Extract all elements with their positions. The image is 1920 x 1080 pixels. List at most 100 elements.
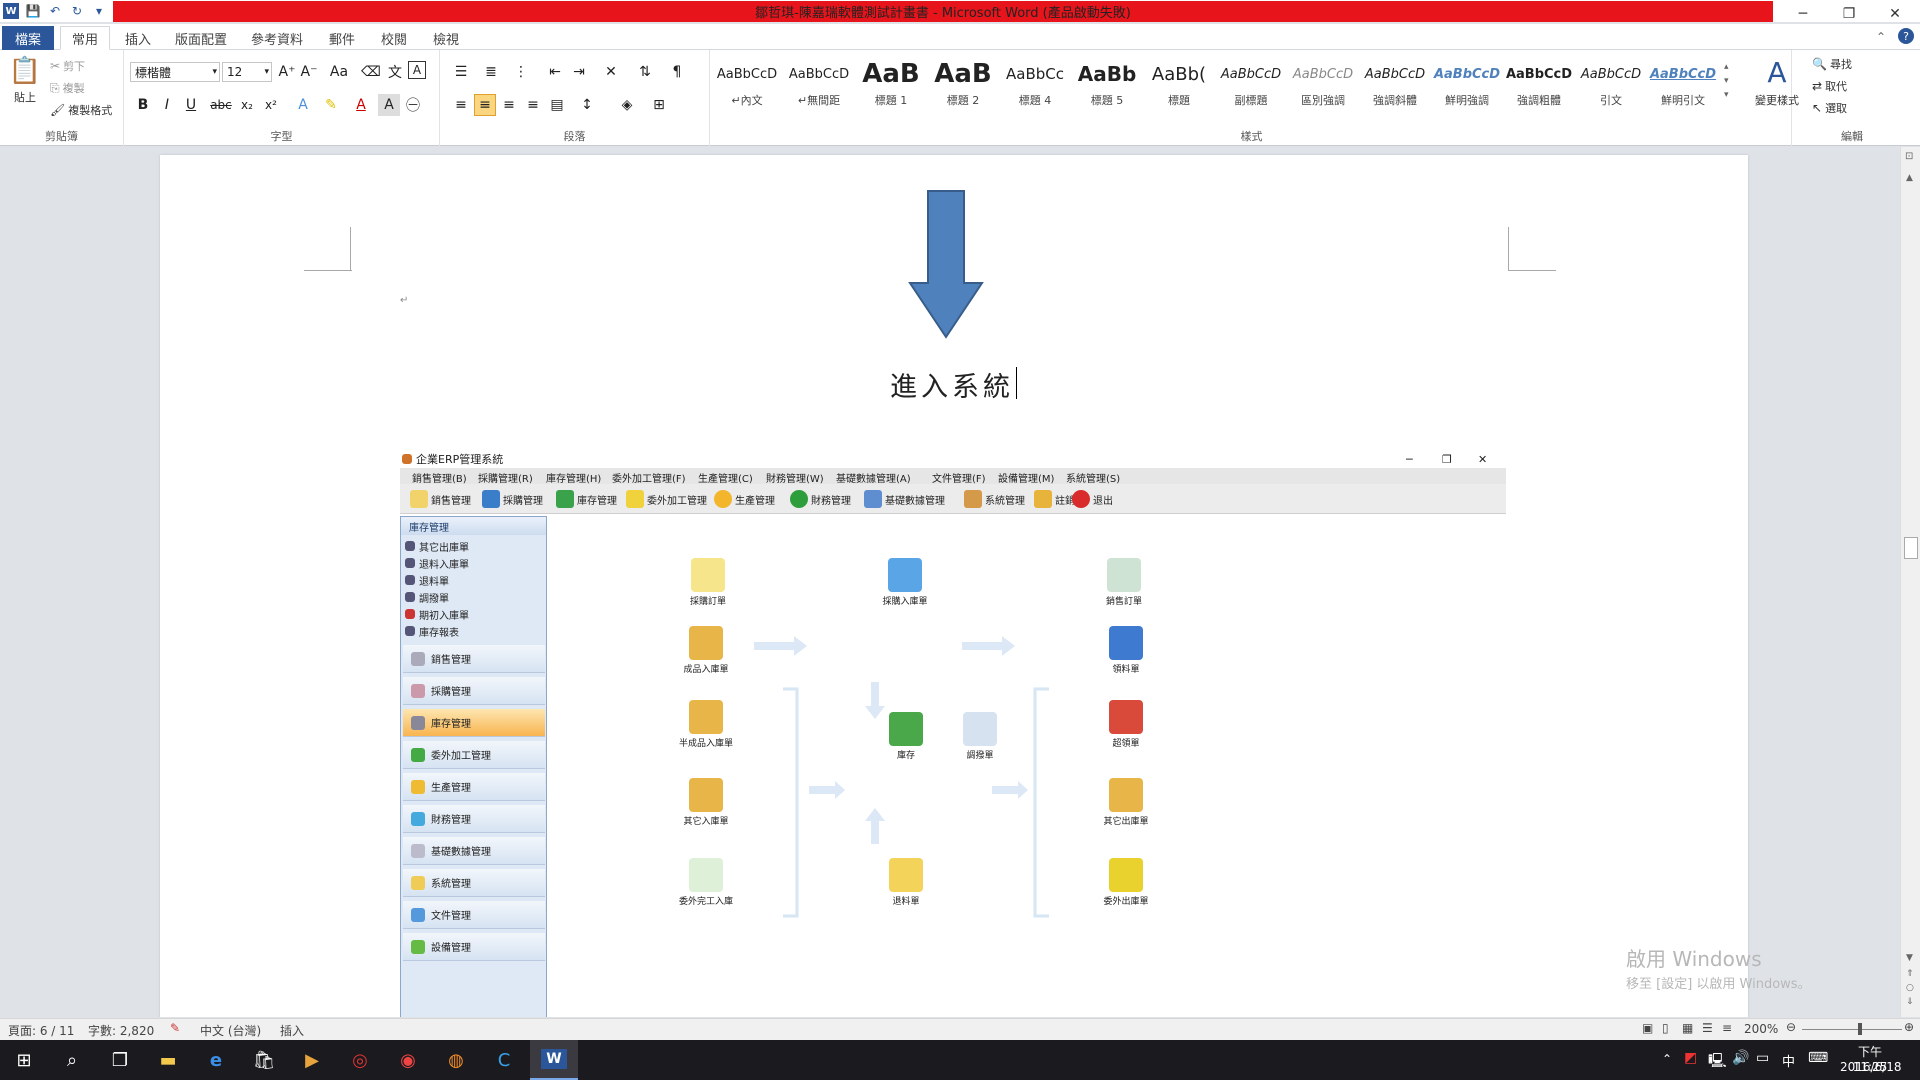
file-explorer-icon[interactable]: ▬ — [144, 1040, 192, 1080]
word-app-icon[interactable]: W — [3, 3, 19, 19]
word-taskbar-icon[interactable]: W — [530, 1040, 578, 1080]
style-heading-2[interactable]: AaB 標題 2 — [928, 56, 998, 114]
clear-format-icon[interactable]: ⌫ — [360, 61, 382, 83]
tab-mailings[interactable]: 郵件 — [322, 26, 362, 50]
help-icon[interactable]: ? — [1898, 28, 1914, 44]
document-page[interactable]: ↵ 進入系統 企業ERP管理系統 ─ ❐ ✕ 銷售管理(B) 採購管理(R) 庫… — [160, 155, 1748, 1017]
style-heading-4[interactable]: AaBbCc 標題 4 — [1000, 56, 1070, 114]
browser-blue-icon[interactable]: C — [480, 1040, 528, 1080]
zoom-slider[interactable] — [1802, 1029, 1902, 1030]
style-intense-emphasis[interactable]: AaBbCcD 鮮明強調 — [1432, 56, 1502, 114]
shading-icon[interactable]: ◈ — [616, 94, 638, 116]
customize-qat-icon[interactable]: ▾ — [91, 3, 107, 19]
underline-button[interactable]: U — [180, 94, 202, 116]
vertical-scrollbar[interactable]: ⊡ ▲ ▼ ⇑ ○ ⇓ — [1900, 147, 1920, 1017]
message-icon[interactable]: ▭ — [1756, 1050, 1769, 1066]
tray-expand-icon[interactable]: ⌃ — [1662, 1052, 1672, 1066]
prev-page-icon[interactable]: ⇑ — [1906, 969, 1914, 979]
style-no-spacing[interactable]: AaBbCcD ↵無間距 — [784, 56, 854, 114]
paste-button[interactable]: 📋 貼上 — [8, 56, 42, 105]
text-effects-icon[interactable]: A — [292, 94, 314, 116]
style-emphasis[interactable]: AaBbCcD 強調斜體 — [1360, 56, 1430, 114]
language[interactable]: 中文 (台灣) — [200, 1022, 261, 1039]
font-name-select[interactable]: 標楷體 ▾ — [130, 62, 220, 82]
ime-mode-icon[interactable]: ⌨ — [1808, 1050, 1828, 1066]
align-center-icon[interactable]: ≡ — [474, 94, 496, 116]
tab-review[interactable]: 校閱 — [374, 26, 414, 50]
tab-references[interactable]: 參考資料 — [244, 26, 310, 50]
styles-scroll-icon[interactable]: ▴ ▾ ▾ — [1724, 60, 1729, 102]
font-size-select[interactable]: 12 ▾ — [222, 62, 272, 82]
sort-icon[interactable]: ⇅ — [634, 61, 656, 83]
ribbon-minimize-icon[interactable]: ⌃ — [1876, 30, 1886, 44]
borders-icon[interactable]: ⊞ — [648, 94, 670, 116]
cut-button[interactable]: ✂ 剪下 — [50, 58, 85, 74]
search-icon[interactable]: ⌕ — [48, 1040, 96, 1080]
italic-button[interactable]: I — [156, 94, 178, 116]
select-button[interactable]: ↖ 選取 — [1812, 100, 1847, 116]
style-strong[interactable]: AaBbCcD 強調粗體 — [1504, 56, 1574, 114]
print-layout-icon[interactable]: ▣ — [1642, 1021, 1653, 1035]
numbering-icon[interactable]: ≣ — [480, 61, 502, 83]
redo-icon[interactable]: ↻ — [69, 3, 85, 19]
zoom-level[interactable]: 200% — [1744, 1022, 1778, 1036]
reading-layout-icon[interactable]: ▯ — [1662, 1021, 1669, 1035]
scroll-thumb[interactable] — [1904, 537, 1918, 559]
style-subtitle[interactable]: AaBbCcD 副標題 — [1216, 56, 1286, 114]
scroll-up-icon[interactable]: ▲ — [1906, 173, 1913, 183]
bold-button[interactable]: B — [132, 94, 154, 116]
find-button[interactable]: 🔍 尋找 — [1812, 56, 1852, 72]
tab-file[interactable]: 檔案 — [2, 26, 54, 50]
replace-button[interactable]: ⇄ 取代 — [1812, 78, 1847, 94]
edge-icon[interactable]: e — [192, 1040, 240, 1080]
store-icon[interactable]: 🛍 — [240, 1040, 288, 1080]
web-layout-icon[interactable]: ▦ — [1682, 1021, 1693, 1035]
style-heading-5[interactable]: AaBb 標題 5 — [1072, 56, 1142, 114]
word-count[interactable]: 字數: 2,820 — [88, 1022, 154, 1039]
media-player-icon[interactable]: ▶ — [288, 1040, 336, 1080]
style-heading-1[interactable]: AaB 標題 1 — [856, 56, 926, 114]
proofing-icon[interactable]: ✎ — [170, 1021, 180, 1035]
outline-icon[interactable]: ☰ — [1702, 1021, 1713, 1035]
browse-object-icon[interactable]: ○ — [1906, 983, 1914, 993]
zoom-in-icon[interactable]: ⊕ — [1904, 1020, 1914, 1034]
strikethrough-button[interactable]: abc — [210, 94, 232, 116]
ruler-toggle-icon[interactable]: ⊡ — [1905, 151, 1913, 162]
firefox-icon[interactable]: ◍ — [432, 1040, 480, 1080]
tab-view[interactable]: 檢視 — [426, 26, 466, 50]
tab-layout[interactable]: 版面配置 — [170, 26, 232, 50]
bullets-icon[interactable]: ☰ — [450, 61, 472, 83]
superscript-button[interactable]: x² — [260, 94, 282, 116]
phonetic-guide-icon[interactable]: 文 — [384, 61, 406, 83]
insert-mode[interactable]: 插入 — [280, 1022, 304, 1039]
multilevel-list-icon[interactable]: ⋮ — [510, 61, 532, 83]
zoom-slider-thumb[interactable] — [1858, 1023, 1862, 1035]
format-painter-button[interactable]: 🖌 複製格式 — [50, 102, 112, 118]
align-left-icon[interactable]: ≡ — [450, 94, 472, 116]
style-normal[interactable]: AaBbCcD ↵內文 — [712, 56, 782, 114]
justify-icon[interactable]: ≡ — [522, 94, 544, 116]
char-border-icon[interactable]: A — [408, 61, 426, 79]
tray-app-icon[interactable]: ◩ — [1684, 1050, 1697, 1066]
page-count[interactable]: 頁面: 6 / 11 — [8, 1022, 74, 1039]
draft-icon[interactable]: ≡ — [1722, 1021, 1732, 1035]
save-icon[interactable]: 💾 — [25, 3, 41, 19]
style-title[interactable]: AaBb(標題 — [1144, 56, 1214, 114]
volume-icon[interactable]: 🔊 — [1732, 1050, 1749, 1066]
style-subtle-emphasis[interactable]: AaBbCcD 區別強調 — [1288, 56, 1358, 114]
show-marks-icon[interactable]: ¶ — [666, 61, 688, 83]
grow-font-button[interactable]: A⁺ — [276, 61, 298, 83]
subscript-button[interactable]: x₂ — [236, 94, 258, 116]
change-case-button[interactable]: Aa — [328, 61, 350, 83]
tab-home[interactable]: 常用 — [60, 26, 110, 50]
style-quote[interactable]: AaBbCcD 引文 — [1576, 56, 1646, 114]
network-icon[interactable]: 🖳 — [1708, 1050, 1727, 1074]
enclose-char-icon[interactable]: ㊀ — [402, 94, 424, 116]
style-intense-quote[interactable]: AaBbCcD 鮮明引文 — [1648, 56, 1718, 114]
increase-indent-icon[interactable]: ⇥ — [568, 61, 590, 83]
scroll-down-icon[interactable]: ▼ — [1906, 953, 1913, 963]
tab-insert[interactable]: 插入 — [118, 26, 158, 50]
char-shading-icon[interactable]: A — [378, 94, 400, 116]
copy-button[interactable]: ⎘ 複製 — [50, 80, 85, 96]
decrease-indent-icon[interactable]: ⇤ — [544, 61, 566, 83]
